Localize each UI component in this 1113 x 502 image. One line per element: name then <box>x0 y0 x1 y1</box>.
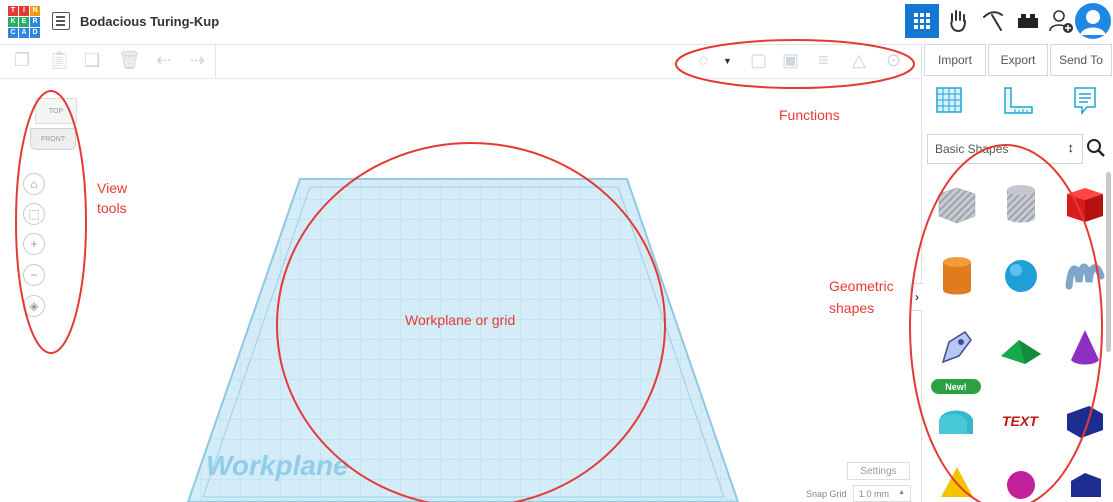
snap-grid-value: 1.0 mm <box>859 489 890 499</box>
group-icon[interactable]: ▢ <box>750 50 767 70</box>
paste-icon[interactable]: 📋︎ <box>48 50 71 70</box>
brick-icon[interactable] <box>1011 4 1045 38</box>
roof-shape[interactable] <box>989 316 1053 380</box>
logo-letter: T <box>8 6 18 16</box>
logo-letter: N <box>30 6 40 16</box>
project-title[interactable]: Bodacious Turing-Kup <box>80 14 219 29</box>
undo-icon[interactable]: ⇠ <box>156 50 171 70</box>
note-bulb-icon[interactable]: ○ <box>698 50 709 70</box>
view-cube-top[interactable]: TOP <box>35 98 77 124</box>
pickaxe-icon[interactable] <box>976 4 1010 38</box>
settings-button[interactable]: Settings <box>847 462 910 480</box>
ungroup-icon[interactable]: ▣ <box>782 50 799 70</box>
delete-icon[interactable]: 🗑︎ <box>118 50 141 70</box>
shape-category-select[interactable]: Basic Shapes ↕ <box>927 134 1083 164</box>
view-tools-annotation-line1: View <box>97 180 128 196</box>
shape-generator-shape[interactable] <box>925 316 989 380</box>
tinkercad-logo[interactable]: T I N K E R C A D <box>8 6 42 40</box>
add-user-icon[interactable] <box>1044 4 1078 38</box>
pyramid-shape[interactable] <box>925 460 989 502</box>
send-to-button[interactable]: Send To <box>1050 44 1112 76</box>
home-view-icon[interactable]: ⌂ <box>23 173 45 195</box>
logo-letter: A <box>19 28 29 38</box>
workplane-grid[interactable] <box>0 79 920 502</box>
search-icon[interactable] <box>1086 138 1106 163</box>
hexagonal-prism-shape[interactable] <box>1053 460 1113 502</box>
notes-icon[interactable] <box>1072 86 1098 121</box>
align-icon[interactable]: ≡ <box>818 50 829 70</box>
perspective-icon[interactable]: ◈ <box>23 295 45 317</box>
cylinder-hole-shape[interactable] <box>989 172 1053 236</box>
cruise-icon[interactable]: ⊙ <box>886 50 901 70</box>
zoom-out-icon[interactable]: − <box>23 264 45 286</box>
box-hole-shape[interactable] <box>925 172 989 236</box>
export-button[interactable]: Export <box>988 44 1048 76</box>
duplicate-icon[interactable]: ❑ <box>84 50 100 70</box>
view-tools-annotation-line2: tools <box>97 200 127 216</box>
box-shape[interactable] <box>1053 172 1113 236</box>
logo-letter: E <box>19 17 29 27</box>
shape-grid: New! TEXT <box>925 172 1110 502</box>
toolbar-divider <box>215 44 216 78</box>
fit-view-icon[interactable]: ⬚ <box>23 203 45 225</box>
chevron-down-icon[interactable]: ▼ <box>723 56 732 66</box>
workplane-label: Workplane <box>206 450 349 481</box>
redo-icon[interactable]: ⇢ <box>190 50 205 70</box>
snap-grid-label: Snap Grid <box>806 489 847 499</box>
ruler-icon[interactable] <box>1002 86 1034 121</box>
shape-category-value: Basic Shapes <box>935 142 1009 156</box>
view-cube-front[interactable]: FRONT <box>30 128 76 150</box>
design-list-icon[interactable] <box>52 12 70 30</box>
shape-panel-scrollbar[interactable] <box>1106 172 1111 352</box>
3d-design-grid-icon[interactable] <box>905 4 939 38</box>
text-shape[interactable]: TEXT <box>989 388 1053 452</box>
scribble-shape[interactable] <box>1053 244 1113 308</box>
import-button[interactable]: Import <box>924 44 986 76</box>
workplane-annotation: Workplane or grid <box>405 312 516 328</box>
geometric-shapes-annotation-line1: Geometric <box>829 278 894 294</box>
select-arrows-icon: ↕ <box>1067 140 1075 155</box>
round-roof-shape[interactable] <box>925 388 989 452</box>
geometric-shapes-annotation-line2: shapes <box>829 300 875 316</box>
workplane-grid-icon[interactable] <box>935 86 963 119</box>
svg-text:TEXT: TEXT <box>1002 413 1039 429</box>
hand-icon[interactable] <box>941 4 975 38</box>
collapse-panel-toggle[interactable]: › <box>910 283 923 311</box>
copy-icon[interactable]: ❐ <box>14 50 30 70</box>
logo-letter: R <box>30 17 40 27</box>
mirror-icon[interactable]: △ <box>852 50 866 70</box>
chevron-up-icon: ▲ <box>898 489 905 496</box>
zoom-in-icon[interactable]: + <box>23 233 45 255</box>
polygon-shape[interactable] <box>1053 388 1113 452</box>
half-sphere-shape[interactable] <box>989 460 1053 502</box>
functions-annotation: Functions <box>779 107 840 123</box>
sphere-shape[interactable] <box>989 244 1053 308</box>
logo-letter: K <box>8 17 18 27</box>
cone-shape[interactable] <box>1053 316 1113 380</box>
snap-grid-select[interactable]: 1.0 mm ▲ <box>853 485 911 502</box>
avatar[interactable] <box>1075 3 1111 39</box>
cylinder-shape[interactable] <box>925 244 989 308</box>
logo-letter: I <box>19 6 29 16</box>
logo-letter: D <box>30 28 40 38</box>
logo-letter: C <box>8 28 18 38</box>
